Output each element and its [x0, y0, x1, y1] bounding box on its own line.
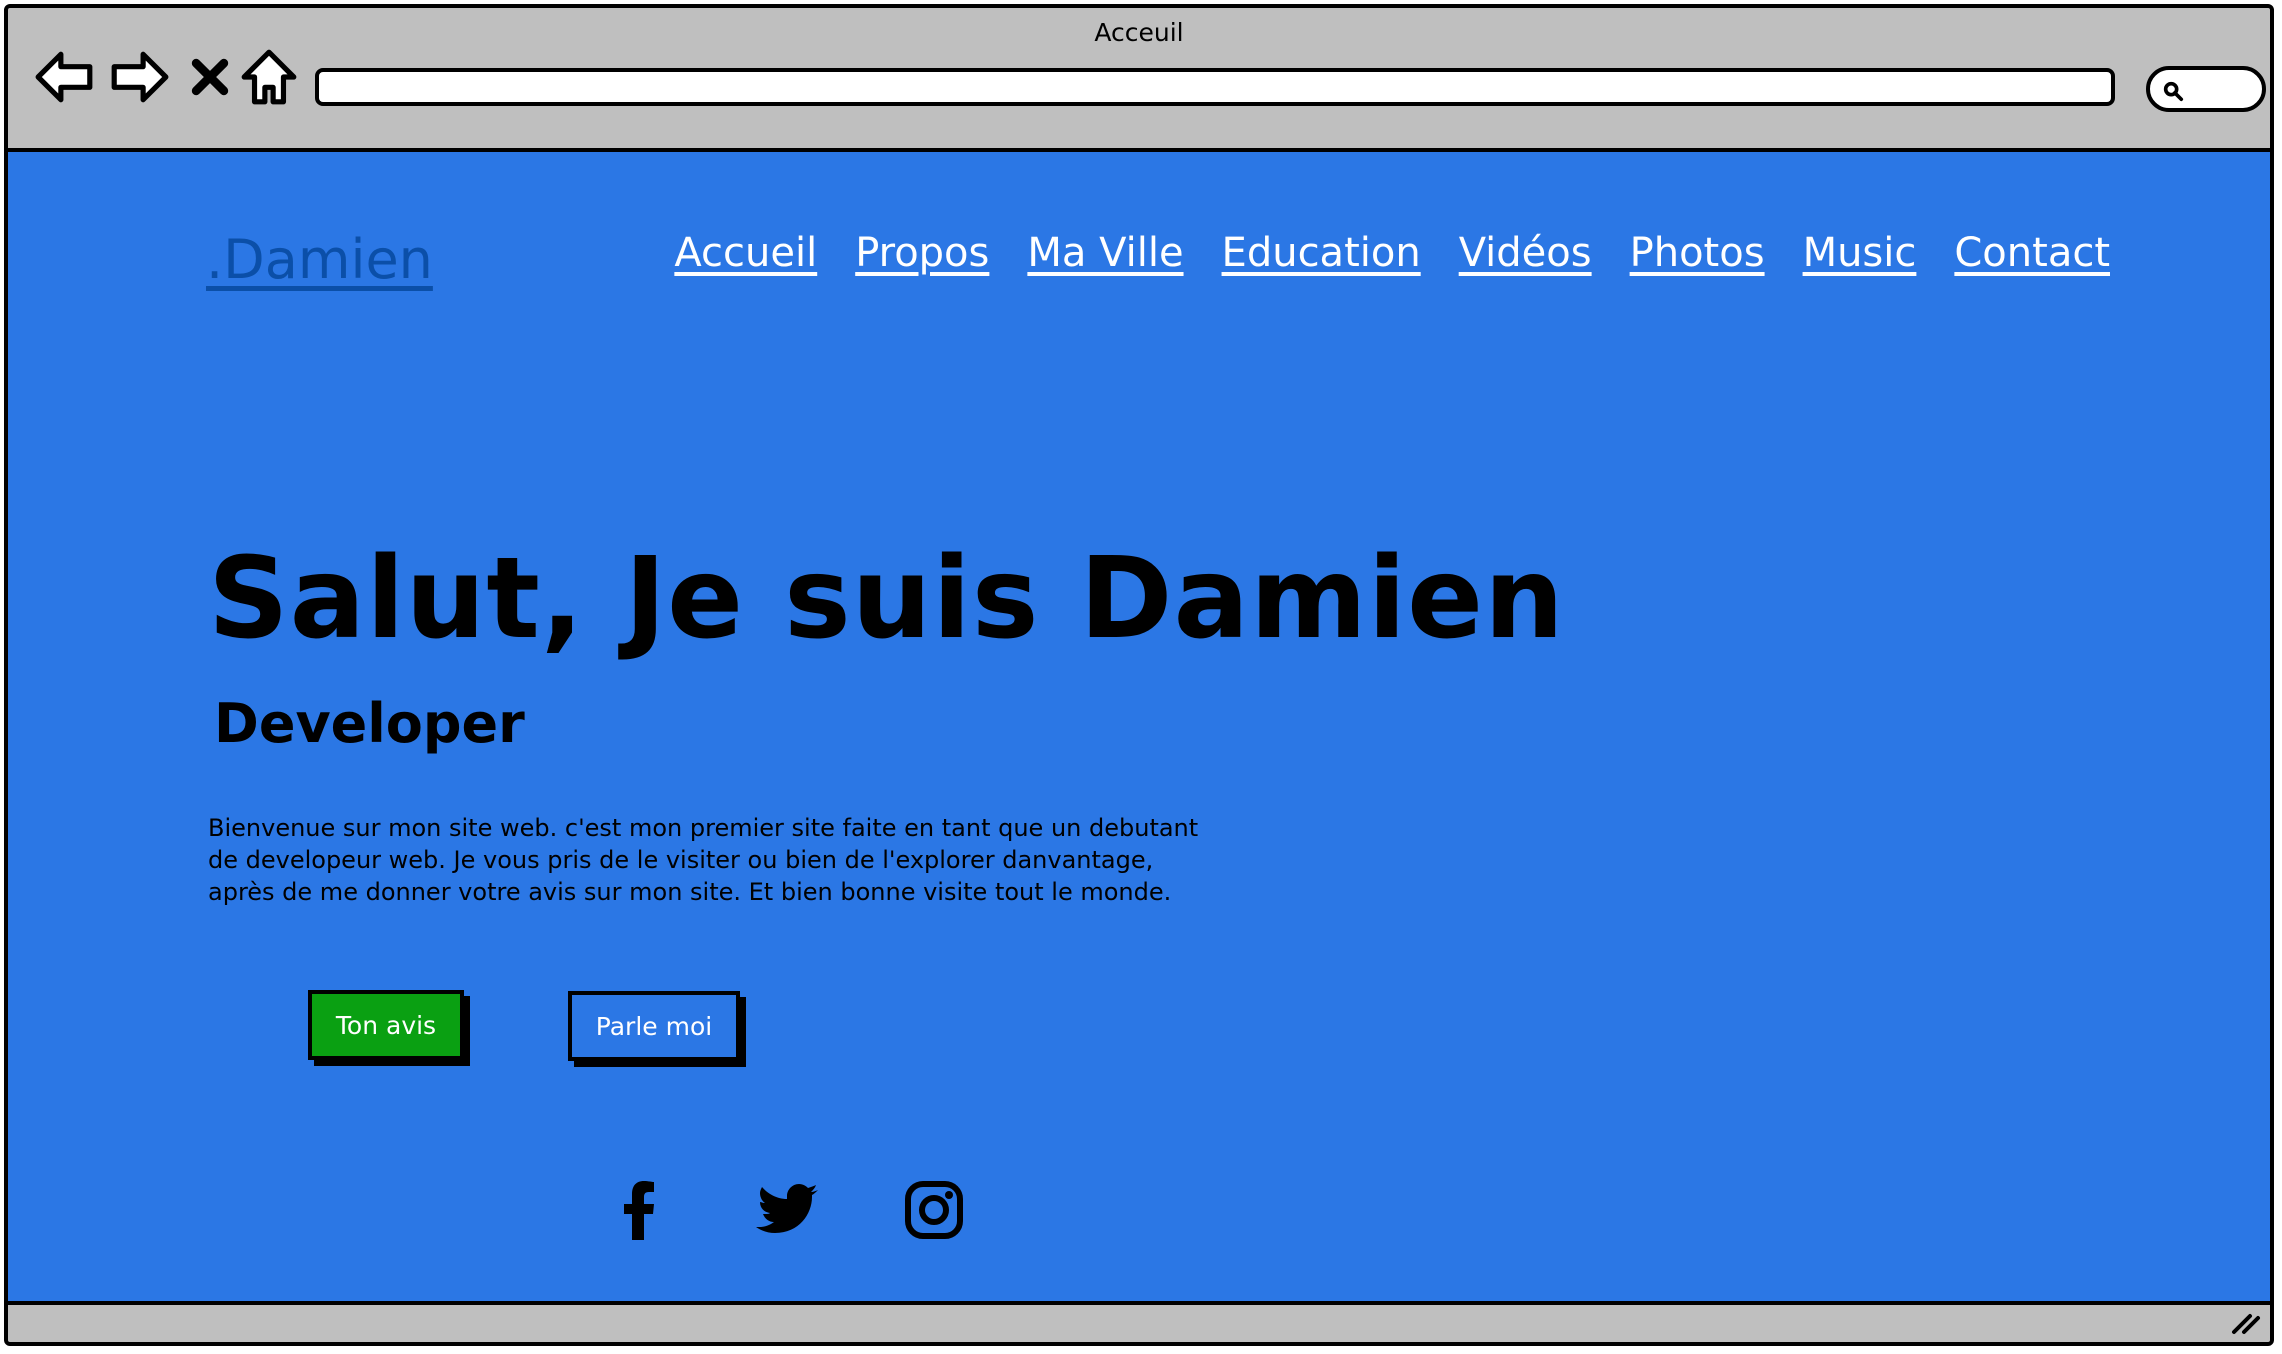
close-icon[interactable] — [184, 46, 236, 108]
home-icon[interactable] — [238, 46, 300, 108]
main-nav: Accueil Propos Ma Ville Education Vidéos… — [674, 230, 2110, 276]
nav-link-photos[interactable]: Photos — [1630, 230, 1765, 276]
site-brand-link[interactable]: .Damien — [206, 228, 433, 291]
facebook-icon[interactable] — [608, 1178, 672, 1242]
instagram-icon[interactable] — [902, 1178, 966, 1242]
twitter-icon[interactable] — [756, 1178, 820, 1242]
nav-link-music[interactable]: Music — [1803, 230, 1917, 276]
page-viewport: .Damien Accueil Propos Ma Ville Educatio… — [8, 148, 2270, 1305]
address-bar[interactable] — [315, 68, 2115, 106]
nav-link-contact[interactable]: Contact — [1954, 230, 2110, 276]
hero-subtitle: Developer — [214, 692, 525, 755]
window-title: Acceuil — [1094, 18, 1184, 47]
nav-link-propos[interactable]: Propos — [855, 230, 989, 276]
search-box[interactable] — [2146, 66, 2266, 112]
back-arrow-icon[interactable] — [34, 46, 96, 108]
status-bar — [8, 1297, 2270, 1342]
nav-link-ma-ville[interactable]: Ma Ville — [1027, 230, 1183, 276]
search-icon — [2163, 81, 2184, 102]
nav-link-education[interactable]: Education — [1222, 230, 1421, 276]
title-bar: Acceuil — [8, 8, 2270, 60]
parle-moi-button[interactable]: Parle moi — [568, 991, 740, 1061]
ton-avis-button[interactable]: Ton avis — [308, 990, 464, 1060]
resize-grip-icon[interactable] — [2228, 1308, 2262, 1336]
hero-title: Salut, Je suis Damien — [208, 534, 1565, 664]
forward-arrow-icon[interactable] — [108, 46, 170, 108]
nav-link-accueil[interactable]: Accueil — [674, 230, 817, 276]
nav-link-videos[interactable]: Vidéos — [1459, 230, 1592, 276]
browser-window: Acceuil .Damien Accueil Propos Ma Ville … — [4, 4, 2274, 1346]
hero-description: Bienvenue sur mon site web. c'est mon pr… — [208, 814, 1199, 906]
